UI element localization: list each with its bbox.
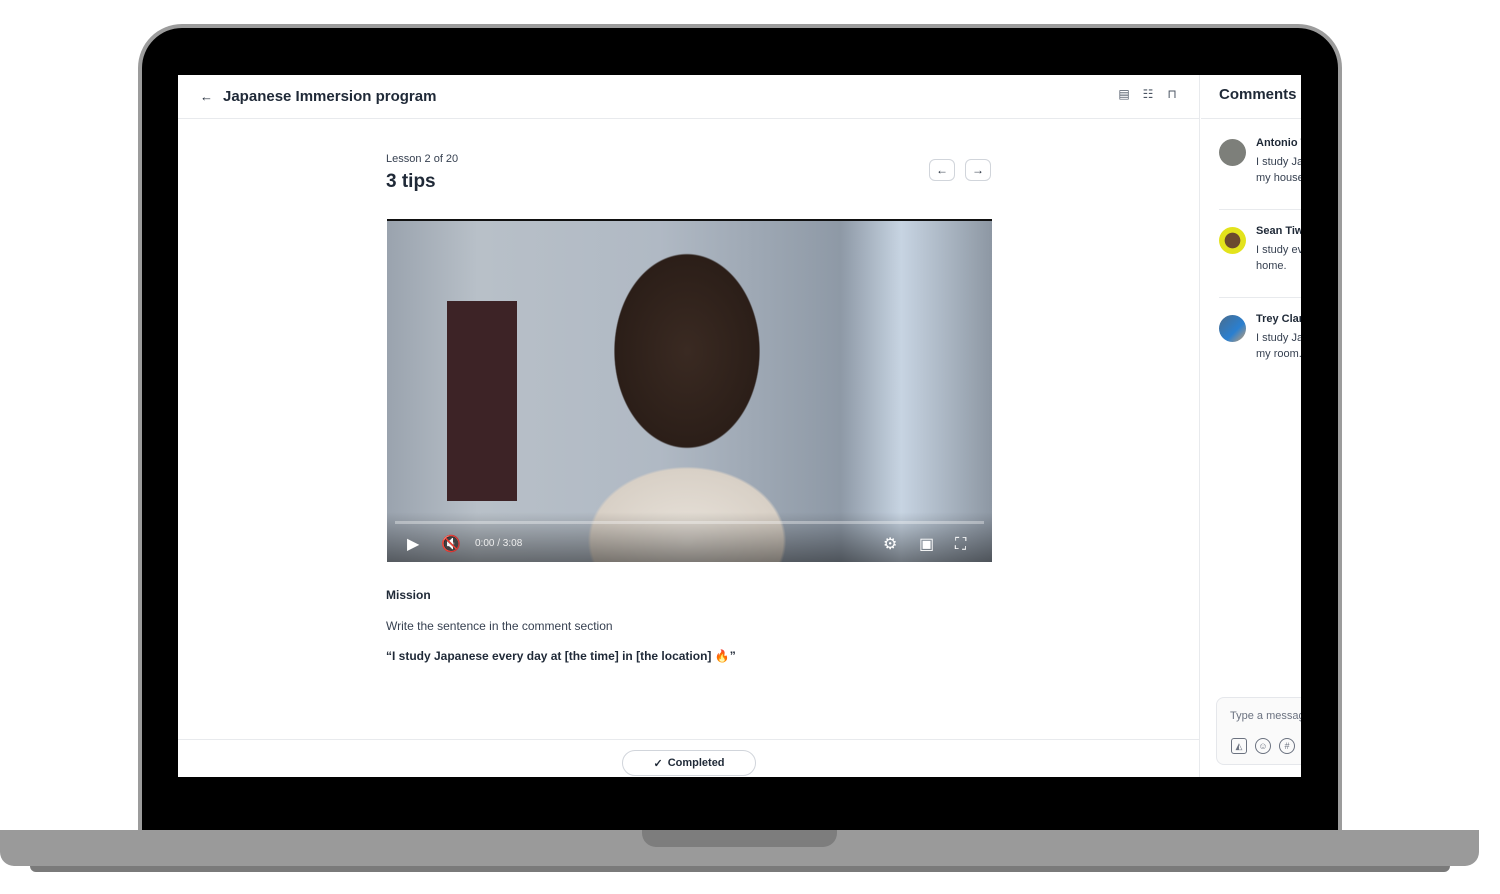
video-player[interactable]: ▶ 🔇 0:00 / 3:08 ⚙ ▣ ⛶ — [387, 219, 992, 562]
video-time: 0:00 / 3:08 — [475, 538, 523, 549]
image-icon[interactable]: ◭ — [1231, 738, 1247, 754]
video-frame — [447, 301, 517, 501]
mission-quote: “I study Japanese every day at [the time… — [386, 649, 736, 663]
fullscreen-icon[interactable]: ⛶ — [955, 536, 966, 554]
hashtag-icon[interactable]: # — [1279, 738, 1295, 754]
comments-title: Comments — [1219, 86, 1297, 103]
comment-author[interactable]: Antonio T — [1256, 137, 1301, 149]
message-placeholder: Type a message — [1230, 710, 1301, 722]
message-input[interactable]: Type a message ◭ ☺ # — [1216, 697, 1301, 765]
video-controls: ▶ 🔇 0:00 / 3:08 ⚙ ▣ ⛶ — [387, 512, 992, 562]
laptop-base-shadow — [30, 866, 1450, 872]
emoji-icon[interactable]: ☺ — [1255, 738, 1271, 754]
play-icon[interactable]: ▶ — [407, 534, 419, 554]
lesson-pane: ← Japanese Immersion program ▤ ☷ ⊓ Lesso… — [178, 75, 1200, 777]
avatar[interactable] — [1219, 315, 1246, 342]
header: ← Japanese Immersion program ▤ ☷ ⊓ — [178, 75, 1199, 119]
video-progress-bar[interactable] — [395, 521, 984, 524]
comment-item: Antonio T I study Jamy house — [1219, 137, 1301, 227]
comment-text: I study Ja my house — [1256, 156, 1301, 184]
laptop-notch — [642, 830, 837, 847]
next-lesson-button[interactable]: → — [965, 159, 991, 181]
comments-panel: Comments Antonio T I study Jamy house Se… — [1201, 75, 1301, 777]
comment-text: I study Ja my room. — [1256, 332, 1301, 360]
comment-item: Trey Clar I study Ja my room. — [1219, 297, 1301, 403]
prev-lesson-button[interactable]: ← — [929, 159, 955, 181]
completed-button[interactable]: ✓ Completed — [622, 750, 756, 776]
lesson-counter: Lesson 2 of 20 — [386, 153, 459, 165]
mission-instruction: Write the sentence in the comment sectio… — [386, 619, 613, 633]
check-circle-icon: ✓ — [653, 757, 663, 770]
lesson-title: 3 tips — [386, 171, 436, 192]
comment-item: Sean Tiw I study ev home. — [1219, 209, 1301, 315]
list-icon[interactable]: ☷ — [1141, 87, 1155, 101]
app-screen: ← Japanese Immersion program ▤ ☷ ⊓ Lesso… — [178, 75, 1301, 777]
avatar[interactable] — [1219, 139, 1246, 166]
bookmark-icon[interactable]: ⊓ — [1165, 87, 1179, 101]
miniplayer-icon[interactable]: ▣ — [919, 534, 934, 554]
mission-heading: Mission — [386, 588, 431, 602]
settings-gear-icon[interactable]: ⚙ — [883, 534, 897, 554]
comment-author[interactable]: Trey Clar — [1256, 313, 1301, 325]
comment-text: I study ev home. — [1256, 244, 1301, 272]
comment-author[interactable]: Sean Tiw — [1256, 225, 1301, 237]
completed-label: Completed — [667, 757, 725, 769]
comment-icon[interactable]: ▤ — [1117, 87, 1131, 101]
back-arrow-icon[interactable]: ← — [200, 89, 213, 104]
avatar[interactable] — [1219, 227, 1246, 254]
course-title: Japanese Immersion program — [223, 88, 437, 105]
muted-icon[interactable]: 🔇 — [441, 534, 461, 554]
lesson-footer: ✓ Completed — [178, 739, 1200, 777]
